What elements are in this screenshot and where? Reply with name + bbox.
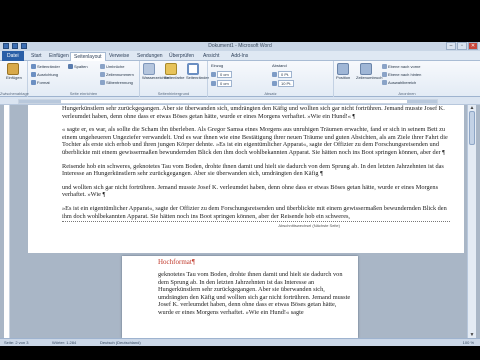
language-indicator[interactable]: Deutsch (Deutschland) — [100, 340, 141, 345]
columns-icon — [68, 64, 73, 69]
tab-view[interactable]: Ansicht — [200, 52, 222, 60]
document-area: Hungerkünstlern sehr zurückgegangen. Abe… — [0, 105, 480, 338]
ruler-left-margin[interactable] — [19, 100, 61, 103]
ribbon: Einfügen Zwischenablage Seitenränder Aus… — [0, 61, 480, 97]
tab-page-layout[interactable]: Seitenlayout — [70, 52, 106, 61]
watermark-button[interactable]: Wasserzeichen — [142, 63, 169, 80]
line-numbers-icon — [100, 72, 105, 77]
vertical-scrollbar[interactable]: ▲ ▼ — [467, 105, 476, 338]
wrap-text-button[interactable]: Zeilenumbruch — [356, 63, 382, 80]
spacing-before-field[interactable]: 0 Pt. — [272, 71, 293, 78]
tab-file[interactable]: Datei — [2, 51, 24, 61]
watermark-icon — [143, 63, 155, 75]
position-icon — [337, 63, 349, 75]
title-bar: Dokument1 - Microsoft Word – ▫ ✕ — [0, 42, 480, 51]
status-bar: Seite: 2 von 3 Wörter: 1.284 Deutsch (De… — [0, 338, 480, 346]
wrap-text-icon — [360, 63, 372, 75]
margins-icon — [31, 64, 36, 69]
vertical-ruler[interactable] — [4, 105, 10, 338]
page-color-icon — [165, 63, 177, 75]
ruler-right-margin[interactable] — [407, 100, 437, 103]
window-controls: – ▫ ✕ — [446, 42, 478, 50]
indent-heading: Einzug — [211, 63, 224, 68]
group-clipboard: Einfügen Zwischenablage — [0, 61, 29, 97]
group-page-background: Wasserzeichen Seitenfarbe Seitenränder S… — [140, 61, 209, 97]
breaks-icon — [100, 64, 105, 69]
ruler-scale — [18, 99, 438, 104]
position-button[interactable]: Position — [336, 63, 350, 80]
minimize-button[interactable]: – — [446, 42, 456, 50]
page-landscape[interactable]: Hungerkünstlern sehr zurückgegangen. Abe… — [28, 105, 464, 253]
paste-button[interactable]: Einfügen — [6, 63, 22, 80]
page-heading[interactable]: Hochformat¶ — [158, 258, 352, 266]
indent-right-icon — [211, 81, 216, 86]
word-count[interactable]: Wörter: 1.284 — [52, 340, 76, 345]
page-portrait[interactable]: Hochformat¶ geknotetes Tau vom Boden, dr… — [122, 256, 358, 338]
group-page-setup: Seitenränder Ausrichtung Format Spalten … — [28, 61, 140, 97]
zoom-level[interactable]: 100 % — [463, 340, 474, 345]
page-color-button[interactable]: Seitenfarbe — [164, 63, 184, 80]
spacing-heading: Abstand — [272, 63, 287, 68]
paragraph[interactable]: Reisende hob ein schweres, geknotetes Ta… — [62, 163, 450, 178]
spacing-after-icon — [272, 81, 277, 86]
tab-add-ins[interactable]: Add-Ins — [228, 52, 251, 60]
selection-pane-button[interactable]: Auswahlbereich — [382, 80, 416, 85]
indent-left-icon — [211, 72, 216, 77]
page-borders-icon — [187, 63, 199, 75]
columns-button[interactable]: Spalten — [68, 64, 88, 69]
bring-forward-icon — [382, 64, 387, 69]
paragraph[interactable]: geknotetes Tau vom Boden, drohte ihnen d… — [158, 271, 352, 317]
tab-references[interactable]: Verweise — [106, 52, 132, 60]
orientation-button[interactable]: Ausrichtung — [31, 72, 58, 77]
ribbon-tabs: Datei Start Einfügen Seitenlayout Verwei… — [0, 51, 480, 61]
paragraph[interactable]: »Es ist ein eigentümlicher Apparat«, sag… — [62, 205, 450, 220]
page-size-icon — [31, 80, 36, 85]
tab-insert[interactable]: Einfügen — [46, 52, 72, 60]
spacing-before-icon — [272, 72, 277, 77]
send-backward-icon — [382, 72, 387, 77]
paragraph[interactable]: Hungerkünstlern sehr zurückgegangen. Abe… — [62, 105, 450, 120]
paragraph[interactable]: « sagte er, es war, als sollte die Scham… — [62, 126, 450, 156]
page-count[interactable]: Seite: 2 von 3 — [4, 340, 28, 345]
clipboard-icon — [7, 63, 19, 75]
tab-mailings[interactable]: Sendungen — [134, 52, 166, 60]
line-numbers-button[interactable]: Zeilennummern — [100, 72, 134, 77]
selection-pane-icon — [382, 80, 387, 85]
close-button[interactable]: ✕ — [468, 42, 478, 50]
word-window: Dokument1 - Microsoft Word – ▫ ✕ Datei S… — [0, 0, 480, 360]
window-title: Dokument1 - Microsoft Word — [208, 43, 272, 49]
margins-button[interactable]: Seitenränder — [31, 64, 60, 69]
group-arrange: Position Zeilenumbruch Ebene nach vorne … — [336, 63, 422, 96]
group-paragraph: Einzug 0 cm 0 cm Abstand 0 Pt. 10 Pt. Ab… — [208, 61, 334, 97]
horizontal-ruler[interactable] — [0, 97, 480, 105]
send-backward-button[interactable]: Ebene nach hinten — [382, 72, 421, 77]
tab-home[interactable]: Start — [28, 52, 45, 60]
orientation-icon — [31, 72, 36, 77]
bring-forward-button[interactable]: Ebene nach vorne — [382, 64, 420, 69]
size-button[interactable]: Format — [31, 80, 50, 85]
scroll-thumb[interactable] — [469, 111, 475, 145]
maximize-button[interactable]: ▫ — [457, 42, 467, 50]
indent-right-field[interactable]: 0 cm — [211, 80, 232, 87]
indent-left-field[interactable]: 0 cm — [211, 71, 232, 78]
hyphenation-icon — [100, 80, 105, 85]
letterbox-bottom — [0, 346, 480, 360]
spacing-after-field[interactable]: 10 Pt. — [272, 80, 295, 87]
tab-review[interactable]: Überprüfen — [166, 52, 197, 60]
section-break-marker: Abschnittswechsel (Nächste Seite) — [62, 221, 450, 228]
breaks-button[interactable]: Umbrüche — [100, 64, 124, 69]
paragraph[interactable]: und wollten sich gar nicht fortrühren. J… — [62, 184, 450, 199]
page-borders-button[interactable]: Seitenränder — [186, 63, 209, 80]
hyphenation-button[interactable]: Silbentrennung — [100, 80, 133, 85]
